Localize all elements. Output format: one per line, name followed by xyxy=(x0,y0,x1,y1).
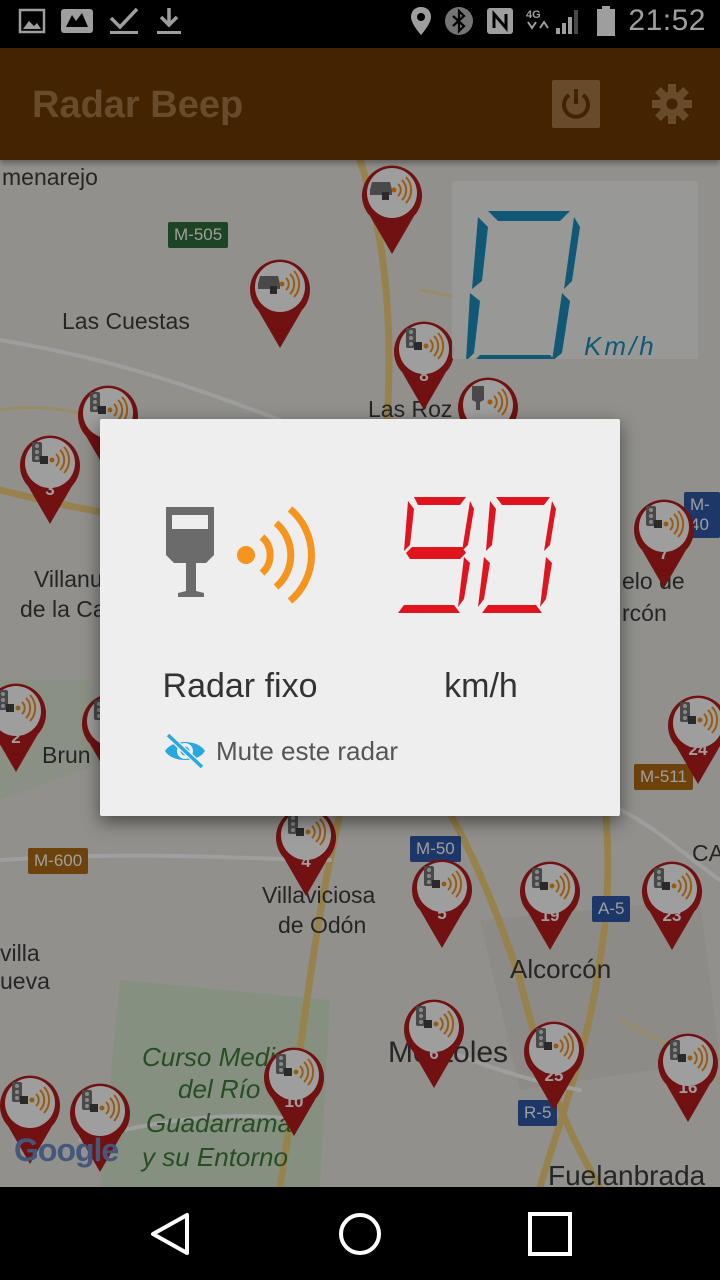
fixed-radar-icon xyxy=(158,499,318,619)
eye-off-icon xyxy=(165,732,205,770)
speed-unit-label: km/h xyxy=(444,667,518,705)
speed-limit-display xyxy=(392,491,562,621)
recents-button[interactable] xyxy=(525,1209,575,1259)
back-icon xyxy=(151,1213,189,1255)
radar-type-label: Radar fixo xyxy=(162,667,318,705)
mute-radar-button[interactable]: Mute este radar xyxy=(162,731,398,771)
speed-limit-digits xyxy=(398,497,556,613)
home-icon xyxy=(339,1213,381,1255)
home-button[interactable] xyxy=(335,1209,385,1259)
mute-radar-label: Mute este radar xyxy=(216,735,399,766)
radar-info-dialog: Radar fixo km/h Mute este radar xyxy=(100,419,620,816)
navigation-bar xyxy=(0,1187,720,1280)
recents-icon xyxy=(528,1212,572,1256)
back-button[interactable] xyxy=(145,1209,195,1259)
